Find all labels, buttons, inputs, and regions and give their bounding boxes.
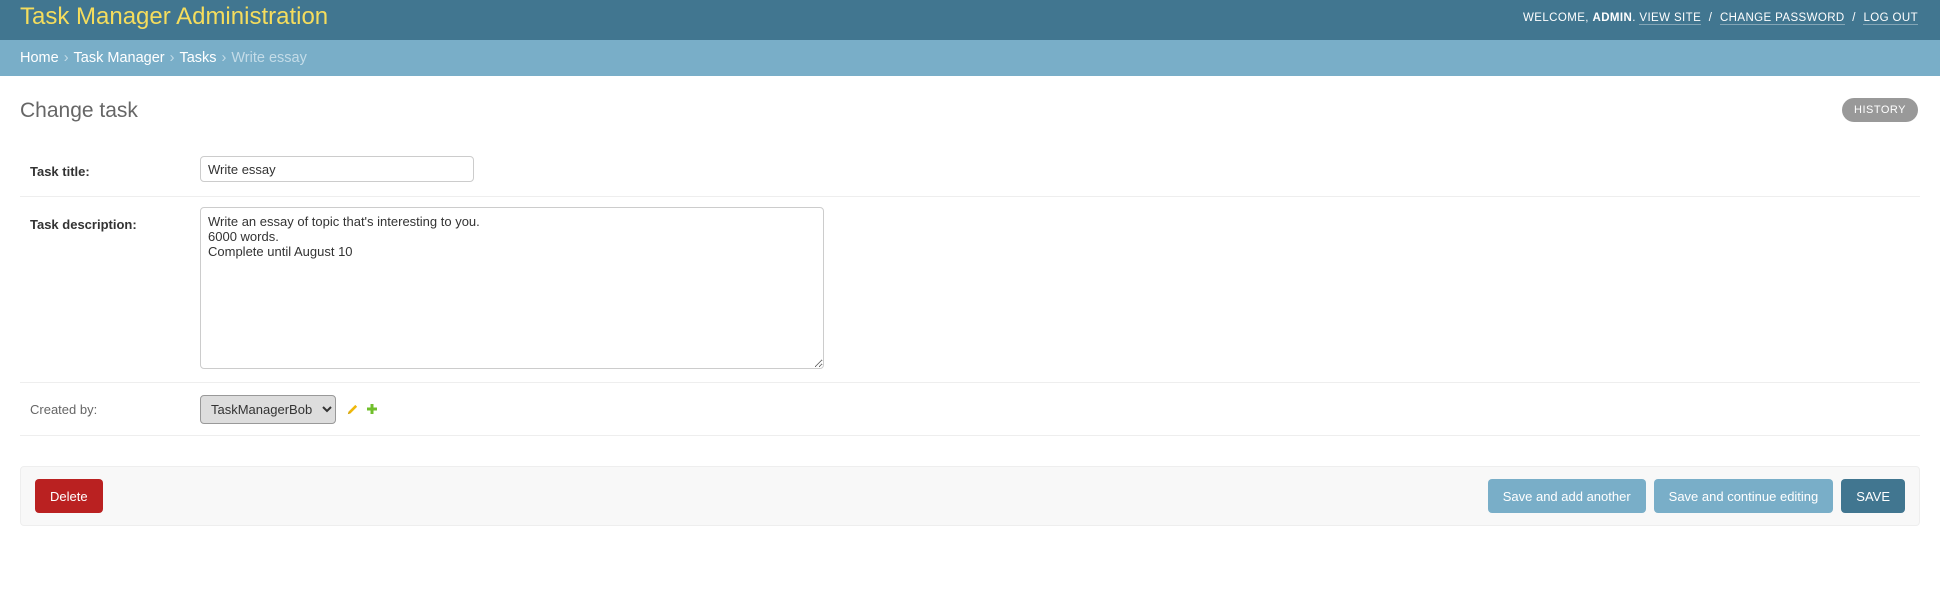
save-button[interactable]: SAVE [1841, 479, 1905, 513]
separator: / [1708, 11, 1713, 24]
history-button[interactable]: HISTORY [1842, 98, 1918, 122]
submit-row: Delete Save and add another Save and con… [20, 466, 1920, 526]
separator: / [1852, 11, 1856, 24]
created-by-select[interactable]: TaskManagerBob [200, 394, 336, 424]
title-row: Change task HISTORY [20, 76, 1920, 142]
breadcrumb-tasks[interactable]: Tasks [179, 50, 216, 66]
header: Task Manager Administration WELCOME, ADM… [0, 0, 1940, 40]
plus-icon[interactable] [364, 401, 380, 417]
breadcrumb-home[interactable]: Home [20, 50, 59, 66]
save-and-add-another-button[interactable]: Save and add another [1487, 479, 1646, 513]
save-and-continue-button[interactable]: Save and continue editing [1653, 479, 1834, 513]
page-title: Change task [20, 99, 138, 122]
breadcrumb-separator: › [63, 50, 69, 66]
form-row-task-description: Task description: Write an essay of topi… [20, 197, 1920, 383]
site-title[interactable]: Task Manager Administration [20, 3, 328, 31]
main-content: Change task HISTORY Task title: Task des… [0, 76, 1940, 526]
created-by-label: Created by: [30, 401, 98, 417]
task-title-input[interactable] [200, 156, 474, 182]
form-row-task-title: Task title: [20, 142, 1920, 197]
task-title-label: Task title: [30, 163, 90, 179]
save-buttons: Save and add another Save and continue e… [1487, 479, 1905, 513]
log-out-link[interactable]: LOG OUT [1863, 11, 1918, 25]
username: ADMIN [1592, 11, 1633, 24]
view-site-link[interactable]: VIEW SITE [1639, 11, 1702, 25]
task-description-textarea[interactable]: Write an essay of topic that's interesti… [200, 207, 824, 369]
form-row-created-by: Created by: TaskManagerBob [20, 383, 1920, 436]
change-password-link[interactable]: CHANGE PASSWORD [1719, 11, 1845, 25]
breadcrumb-separator: › [221, 50, 227, 66]
breadcrumb: Home › Task Manager › Tasks › Write essa… [0, 40, 1940, 76]
breadcrumb-current: Write essay [231, 50, 307, 66]
delete-button[interactable]: Delete [35, 479, 103, 513]
user-tools: WELCOME, ADMIN. VIEW SITE / CHANGE PASSW… [1523, 11, 1918, 25]
pencil-icon[interactable] [344, 401, 360, 417]
breadcrumb-separator: › [169, 50, 175, 66]
task-description-label: Task description: [30, 217, 137, 232]
welcome-text: WELCOME, [1523, 11, 1589, 24]
breadcrumb-task-manager[interactable]: Task Manager [74, 50, 165, 66]
